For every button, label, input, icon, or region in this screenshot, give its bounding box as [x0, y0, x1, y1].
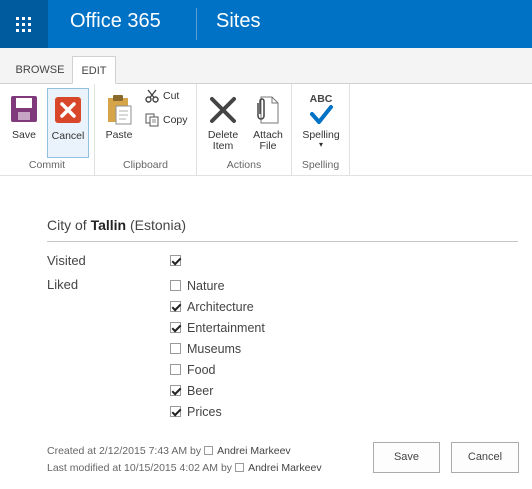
ribbon-cancel-label: Cancel [51, 130, 85, 142]
liked-option-entertainment: Entertainment [187, 321, 265, 335]
presence-icon [204, 446, 214, 455]
modified-text: Last modified at 10/15/2015 4:02 AM [47, 462, 219, 474]
form-title-country: (Estonia) [130, 217, 187, 233]
modified-info: Last modified at 10/15/2015 4:02 AM by An… [47, 462, 322, 474]
liked-checkbox-prices[interactable] [170, 406, 181, 417]
commit-group: Save Cancel Commit [0, 84, 95, 176]
paste-icon [103, 94, 135, 126]
save-icon [8, 94, 40, 126]
liked-label: Liked [47, 277, 79, 292]
liked-checkbox-museums[interactable] [170, 343, 181, 354]
suite-divider [196, 8, 197, 40]
cut-button[interactable]: Cut [145, 88, 179, 104]
save-button[interactable]: Save [373, 442, 440, 473]
suite-bar: Office 365 Sites [0, 0, 532, 48]
copy-label: Copy [163, 114, 188, 126]
spelling-group-label: Spelling [301, 159, 340, 171]
spelling-dropdown-icon: ▾ [318, 140, 323, 149]
attach-icon [252, 94, 284, 126]
cancel-icon [52, 95, 84, 127]
liked-checkbox-architecture[interactable] [170, 301, 181, 312]
paste-label: Paste [105, 129, 133, 141]
tab-edit[interactable]: EDIT [72, 56, 116, 84]
tab-browse[interactable]: BROWSE [10, 56, 70, 84]
liked-option-nature: Nature [187, 279, 225, 293]
liked-checkbox-entertainment[interactable] [170, 322, 181, 333]
liked-option-beer: Beer [187, 384, 214, 398]
copy-icon [145, 113, 159, 127]
form-title-prefix: City of [47, 217, 87, 233]
spelling-group: ABC Spelling ▾ Spelling [292, 84, 350, 176]
visited-checkbox[interactable] [170, 255, 181, 266]
modified-by-text: by [220, 462, 233, 474]
visited-label: Visited [47, 253, 86, 268]
form-title-city: Tallin [90, 217, 127, 233]
created-by-text: by [190, 445, 202, 457]
brand-link[interactable]: Office 365 [70, 10, 161, 33]
clipboard-group: Paste Cut Copy Clipboard [95, 84, 197, 176]
liked-option-food: Food [187, 363, 216, 377]
ribbon: Save Cancel Commit Paste Cut Copy Clipbo… [0, 84, 532, 176]
author-link[interactable]: Andrei Markeev [217, 445, 291, 457]
presence-icon [235, 463, 245, 472]
delete-label-line2: Item [212, 140, 234, 152]
liked-option-museums: Museums [187, 342, 242, 356]
attach-label-line2: File [259, 140, 277, 152]
copy-button[interactable]: Copy [145, 112, 188, 128]
liked-checkbox-beer[interactable] [170, 385, 181, 396]
attach-file-button[interactable]: Attach File [248, 88, 288, 152]
ribbon-tabs: BROWSE EDIT [0, 48, 532, 84]
clipboard-group-label: Clipboard [123, 159, 168, 171]
app-launcher-icon [16, 17, 31, 32]
liked-checkbox-nature[interactable] [170, 280, 181, 291]
liked-option-prices: Prices [187, 405, 222, 419]
created-text: Created at 2/12/2015 7:43 AM [47, 445, 188, 457]
spelling-abc-text: ABC [309, 93, 333, 105]
ribbon-save-label: Save [12, 129, 36, 141]
liked-checkbox-food[interactable] [170, 364, 181, 375]
delete-item-button[interactable]: Delete Item [203, 88, 243, 152]
created-info: Created at 2/12/2015 7:43 AM by Andrei Ma… [47, 445, 291, 457]
app-launcher-button[interactable] [0, 0, 48, 48]
ribbon-cancel-button[interactable]: Cancel [47, 88, 89, 158]
form-title: City of Tallin (Estonia) [47, 217, 186, 233]
commit-group-label: Commit [28, 159, 66, 171]
spelling-icon: ABC [305, 94, 337, 126]
sites-link[interactable]: Sites [216, 10, 260, 33]
actions-group-label: Actions [226, 159, 262, 171]
delete-icon [207, 94, 239, 126]
cut-icon [145, 89, 159, 103]
liked-option-architecture: Architecture [187, 300, 254, 314]
actions-group: Delete Item Attach File Actions [197, 84, 292, 176]
ribbon-save-button[interactable]: Save [5, 88, 43, 152]
cut-label: Cut [163, 90, 180, 102]
form-divider [47, 241, 518, 242]
cancel-button[interactable]: Cancel [451, 442, 519, 473]
editor-link[interactable]: Andrei Markeev [248, 462, 322, 474]
spelling-button[interactable]: ABC Spelling ▾ [298, 88, 344, 152]
paste-button[interactable]: Paste [101, 88, 137, 152]
